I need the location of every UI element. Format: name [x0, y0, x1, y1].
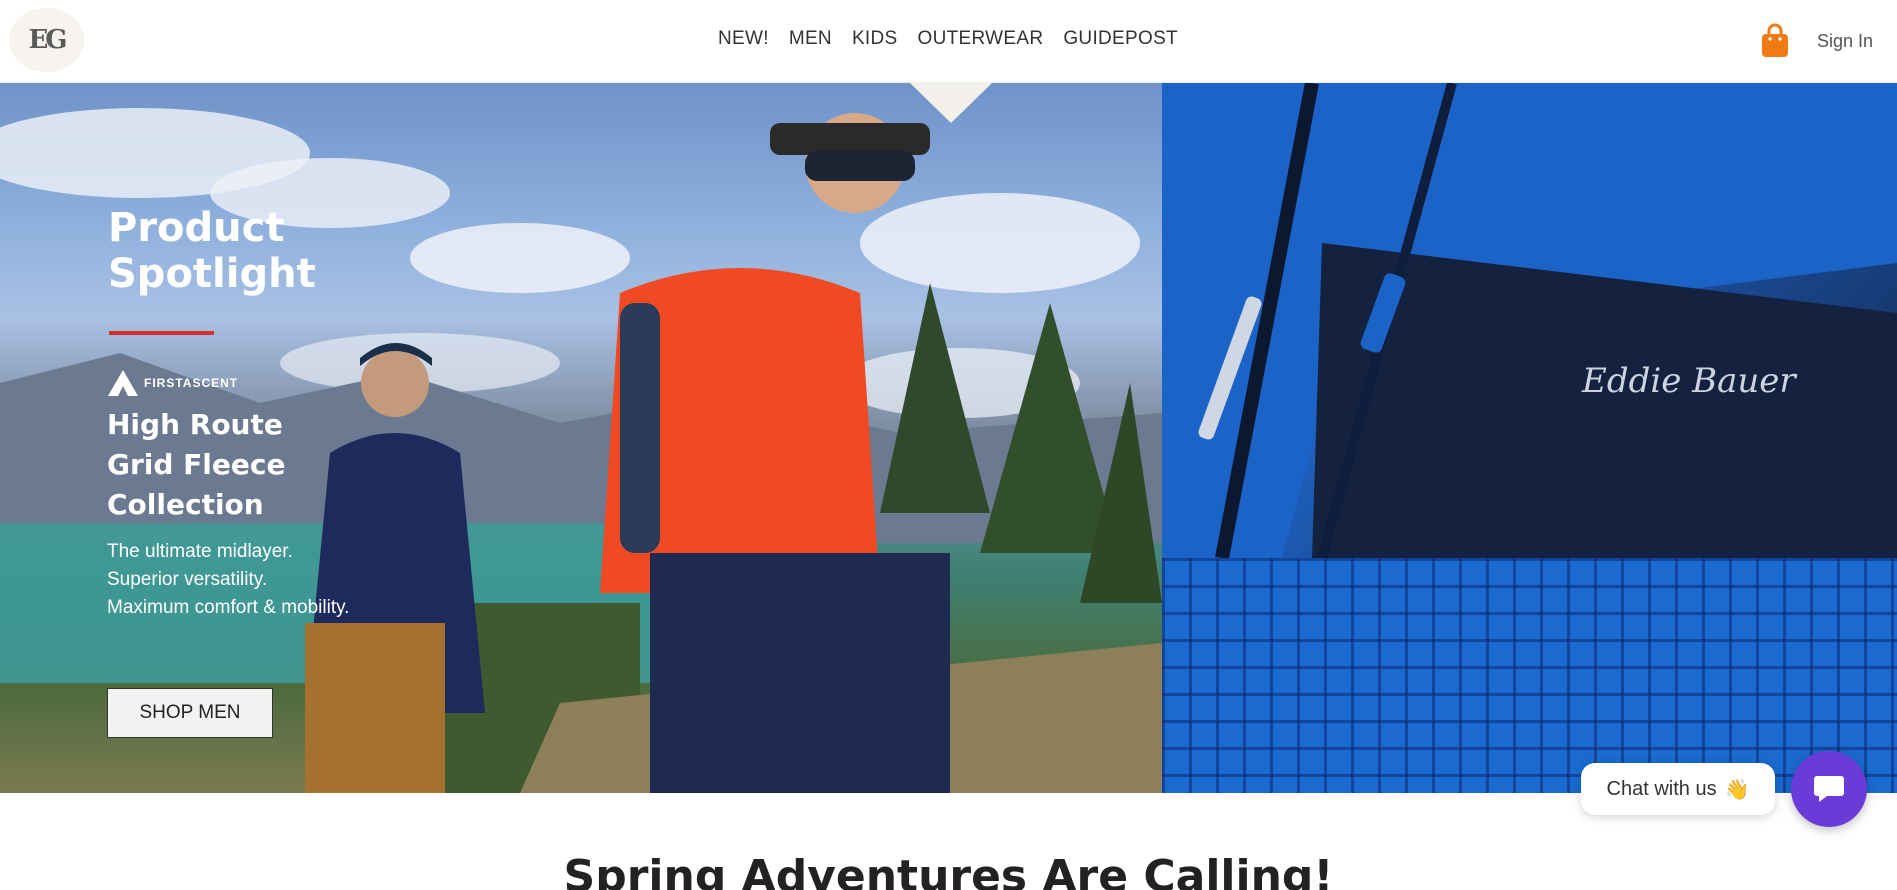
nav-item-outerwear[interactable]: OUTERWEAR [917, 28, 1043, 50]
chat-pill-label: Chat with us [1606, 777, 1717, 800]
nav-item-kids[interactable]: KIDS [852, 28, 898, 50]
sign-in-link[interactable]: Sign In [1817, 31, 1873, 52]
hero-banner: Product Spotlight FIRSTASCENT High Route… [0, 83, 1897, 793]
desc-line2: Superior versatility. [107, 569, 268, 590]
chat-bubble-icon[interactable] [1791, 751, 1867, 827]
collection-line3: Collection [107, 488, 264, 521]
brand-logo[interactable]: EG [9, 8, 84, 72]
collection-title: High Route Grid Fleece Collection [107, 405, 285, 525]
waving-hand-icon: 👋 [1724, 778, 1750, 801]
desc-line3: Maximum comfort & mobility. [107, 597, 350, 618]
eddie-bauer-script-logo: Eddie Bauer [1582, 361, 1796, 401]
site-header: EG NEW! MEN KIDS OUTERWEAR GUIDEPOST Sig… [0, 0, 1897, 83]
nav-item-new[interactable]: NEW! [718, 28, 769, 50]
first-ascent-logo-icon [108, 370, 138, 396]
title-divider [109, 331, 214, 335]
section-heading: Spring Adventures Are Calling! [563, 851, 1334, 890]
spotlight-title-line2: Spotlight [108, 251, 316, 297]
first-ascent-brand: FIRSTASCENT [108, 370, 238, 396]
hero-hikers-image: Product Spotlight FIRSTASCENT High Route… [0, 83, 1162, 793]
logo-text: EG [28, 25, 67, 55]
shopping-bag-icon[interactable] [1759, 23, 1791, 59]
nav-item-guidepost[interactable]: GUIDEPOST [1063, 28, 1178, 50]
chat-with-us-button[interactable]: Chat with us 👋 [1581, 763, 1775, 815]
spotlight-title-line1: Product [108, 205, 285, 251]
fleece-zipper-closeup-image: Eddie Bauer [1162, 83, 1897, 558]
header-pointer-triangle [910, 83, 992, 123]
spotlight-title: Product Spotlight [108, 205, 316, 297]
brand-label: FIRSTASCENT [144, 376, 239, 390]
collection-line1: High Route [107, 408, 283, 441]
main-nav: NEW! MEN KIDS OUTERWEAR GUIDEPOST [718, 28, 1178, 50]
collection-description: The ultimate midlayer. Superior versatil… [107, 538, 349, 622]
desc-line1: The ultimate midlayer. [107, 541, 293, 562]
grid-fleece-texture-image [1162, 558, 1897, 793]
shop-men-button[interactable]: SHOP MEN [107, 688, 273, 738]
fleece-closeup-art [1162, 83, 1897, 558]
collection-line2: Grid Fleece [107, 448, 286, 481]
nav-item-men[interactable]: MEN [789, 28, 832, 50]
